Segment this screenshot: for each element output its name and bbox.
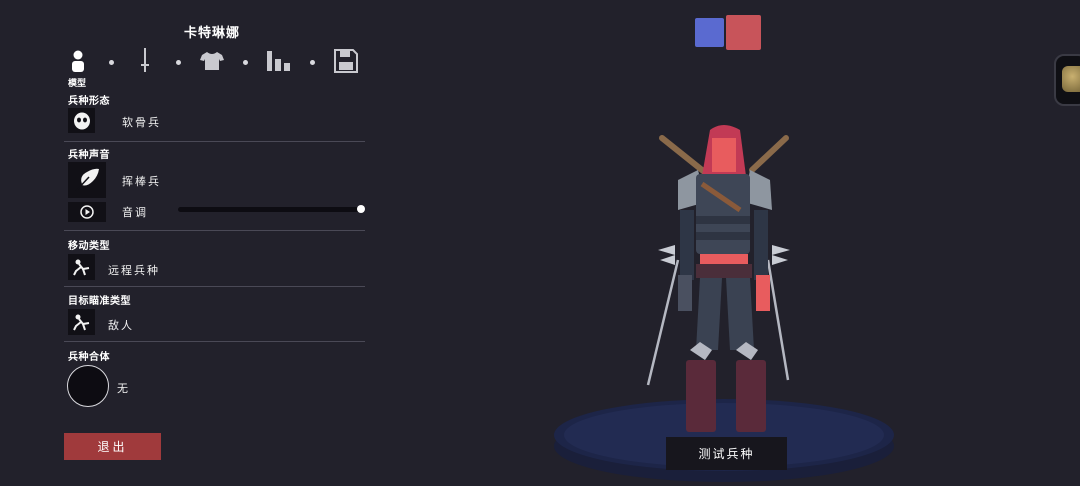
- movement-label: 移动类型: [68, 241, 110, 252]
- tab-separator-dot: [310, 60, 315, 65]
- body-type-value: 软骨兵: [122, 116, 161, 129]
- stats-icon: [267, 51, 290, 71]
- side-menu-button[interactable]: [1054, 54, 1080, 106]
- shirt-icon: [200, 52, 224, 70]
- targeting-icon-button[interactable]: [68, 309, 95, 335]
- voice-label: 兵种声音: [68, 150, 110, 161]
- coin-icon: [1062, 66, 1080, 92]
- tab-save[interactable]: [332, 46, 360, 76]
- save-icon: [334, 49, 358, 73]
- divider: [64, 286, 365, 287]
- voice-value: 挥棒兵: [122, 175, 161, 188]
- divider: [64, 230, 365, 231]
- tab-separator-dot: [243, 60, 248, 65]
- tab-separator-dot: [109, 60, 114, 65]
- pitch-label: 音调: [122, 206, 148, 219]
- mount-value: 无: [117, 382, 130, 395]
- tab-clothing[interactable]: [198, 46, 226, 76]
- pitch-slider[interactable]: [178, 205, 365, 213]
- mount-select-button[interactable]: [67, 365, 109, 407]
- movement-icon-button[interactable]: [68, 254, 95, 280]
- divider: [64, 141, 365, 142]
- unit-preview-scene: [554, 125, 894, 482]
- play-icon: [80, 205, 94, 219]
- tab-separator-dot: [176, 60, 181, 65]
- play-voice-button[interactable]: [68, 202, 106, 222]
- tab-weapons[interactable]: [131, 46, 159, 76]
- test-unit-button[interactable]: 测试兵种: [666, 437, 787, 470]
- divider: [64, 341, 365, 342]
- targeting-value: 敌人: [108, 319, 134, 332]
- exit-button[interactable]: 退出: [64, 433, 161, 460]
- editor-tab-bar: [64, 46, 364, 78]
- mount-label: 兵种合体: [68, 352, 110, 363]
- face-icon: [73, 112, 90, 129]
- body-type-icon-button[interactable]: [68, 108, 95, 133]
- tab-model[interactable]: [64, 46, 92, 76]
- tab-stats[interactable]: [265, 46, 293, 76]
- team-blue-swatch[interactable]: [695, 18, 724, 47]
- movement-value: 远程兵种: [108, 264, 160, 277]
- unit-name-title: 卡特琳娜: [183, 26, 240, 41]
- body-type-label: 兵种形态: [68, 96, 110, 107]
- sword-icon: [141, 48, 149, 72]
- targeting-label: 目标瞄准类型: [68, 296, 131, 307]
- feather-icon: [75, 168, 99, 192]
- pose-icon: [72, 259, 89, 276]
- voice-icon-button[interactable]: [68, 162, 106, 198]
- active-tab-label: 模型: [68, 79, 87, 89]
- pitch-slider-handle[interactable]: [357, 205, 365, 213]
- pose-icon: [72, 314, 89, 331]
- team-red-swatch[interactable]: [726, 15, 761, 50]
- person-icon: [72, 50, 84, 72]
